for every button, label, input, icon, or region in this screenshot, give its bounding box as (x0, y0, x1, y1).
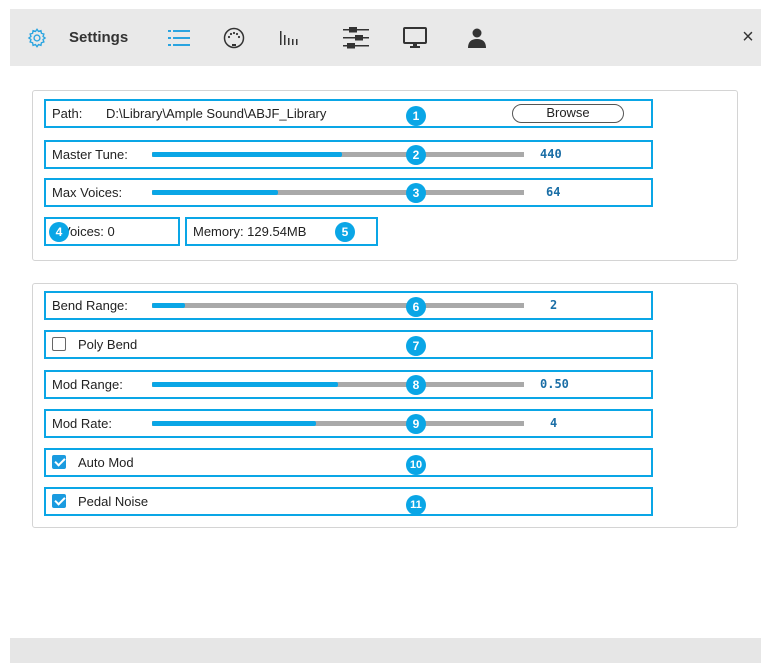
bend-range-slider-fill (152, 303, 186, 308)
path-row: Path: D:\Library\Ample Sound\ABJF_Librar… (44, 99, 653, 128)
mod-rate-value: 4 (550, 416, 558, 430)
gear-icon[interactable] (20, 9, 54, 66)
mixer-sliders-icon[interactable] (340, 9, 372, 66)
pedal-noise-row: Pedal Noise (44, 487, 653, 516)
mod-range-label: Mod Range: (52, 377, 123, 392)
callout-badge-3: 3 (406, 183, 426, 203)
bend-range-value: 2 (550, 298, 558, 312)
poly-bend-label: Poly Bend (78, 337, 138, 352)
master-tune-value: 440 (540, 147, 562, 161)
mod-range-value: 0.50 (540, 377, 569, 391)
bend-range-slider[interactable] (152, 303, 524, 308)
midi-connector-icon[interactable] (219, 9, 249, 66)
voices-label: Voices: 0 (62, 224, 115, 239)
page-title: Settings (69, 29, 129, 46)
mod-rate-slider[interactable] (152, 421, 524, 426)
path-label: Path: (52, 106, 83, 121)
pedal-noise-checkbox[interactable] (52, 494, 66, 508)
poly-bend-row: Poly Bend (44, 330, 653, 359)
list-icon[interactable] (164, 9, 194, 66)
callout-badge-4: 4 (49, 222, 69, 242)
bend-range-row: Bend Range: 2 (44, 291, 653, 320)
callout-badge-2: 2 (406, 145, 426, 165)
auto-mod-checkbox[interactable] (52, 455, 66, 469)
browse-button[interactable]: Browse (512, 104, 624, 123)
master-tune-slider[interactable] (152, 152, 524, 157)
mod-range-slider[interactable] (152, 382, 524, 387)
path-value: D:\Library\Ample Sound\ABJF_Library (106, 106, 327, 121)
bend-range-label: Bend Range: (52, 298, 128, 313)
callout-badge-6: 6 (406, 297, 426, 317)
bottom-bar (10, 638, 761, 663)
pedal-noise-label: Pedal Noise (78, 494, 149, 509)
monitor-icon[interactable] (398, 9, 432, 66)
callout-badge-8: 8 (406, 375, 426, 395)
mod-rate-slider-fill (152, 421, 316, 426)
master-tune-slider-fill (152, 152, 342, 157)
user-icon[interactable] (462, 9, 492, 66)
master-tune-label: Master Tune: (52, 147, 128, 162)
close-icon: × (742, 26, 754, 48)
close-button[interactable]: × (735, 9, 761, 66)
auto-mod-row: Auto Mod (44, 448, 653, 477)
mod-rate-row: Mod Rate: 4 (44, 409, 653, 438)
callout-badge-9: 9 (406, 414, 426, 434)
memory-label: Memory: 129.54MB (193, 224, 307, 239)
auto-mod-label: Auto Mod (78, 455, 134, 470)
mod-range-row: Mod Range: 0.50 (44, 370, 653, 399)
max-voices-value: 64 (546, 185, 561, 199)
max-voices-slider-fill (152, 190, 279, 195)
max-voices-slider[interactable] (152, 190, 524, 195)
poly-bend-checkbox[interactable] (52, 337, 66, 351)
max-voices-label: Max Voices: (52, 185, 123, 200)
callout-badge-10: 10 (406, 455, 426, 475)
settings-window: Settings × Path: D:\Library\Ample Sound\… (10, 9, 761, 663)
toolbar: Settings × (10, 9, 761, 66)
callout-badge-11: 11 (406, 495, 426, 515)
mod-rate-label: Mod Rate: (52, 416, 112, 431)
callout-badge-1: 1 (406, 106, 426, 126)
max-voices-row: Max Voices: 64 (44, 178, 653, 207)
bars-icon[interactable] (274, 9, 304, 66)
callout-badge-7: 7 (406, 336, 426, 356)
callout-badge-5: 5 (335, 222, 355, 242)
master-tune-row: Master Tune: 440 (44, 140, 653, 169)
mod-range-slider-fill (152, 382, 338, 387)
